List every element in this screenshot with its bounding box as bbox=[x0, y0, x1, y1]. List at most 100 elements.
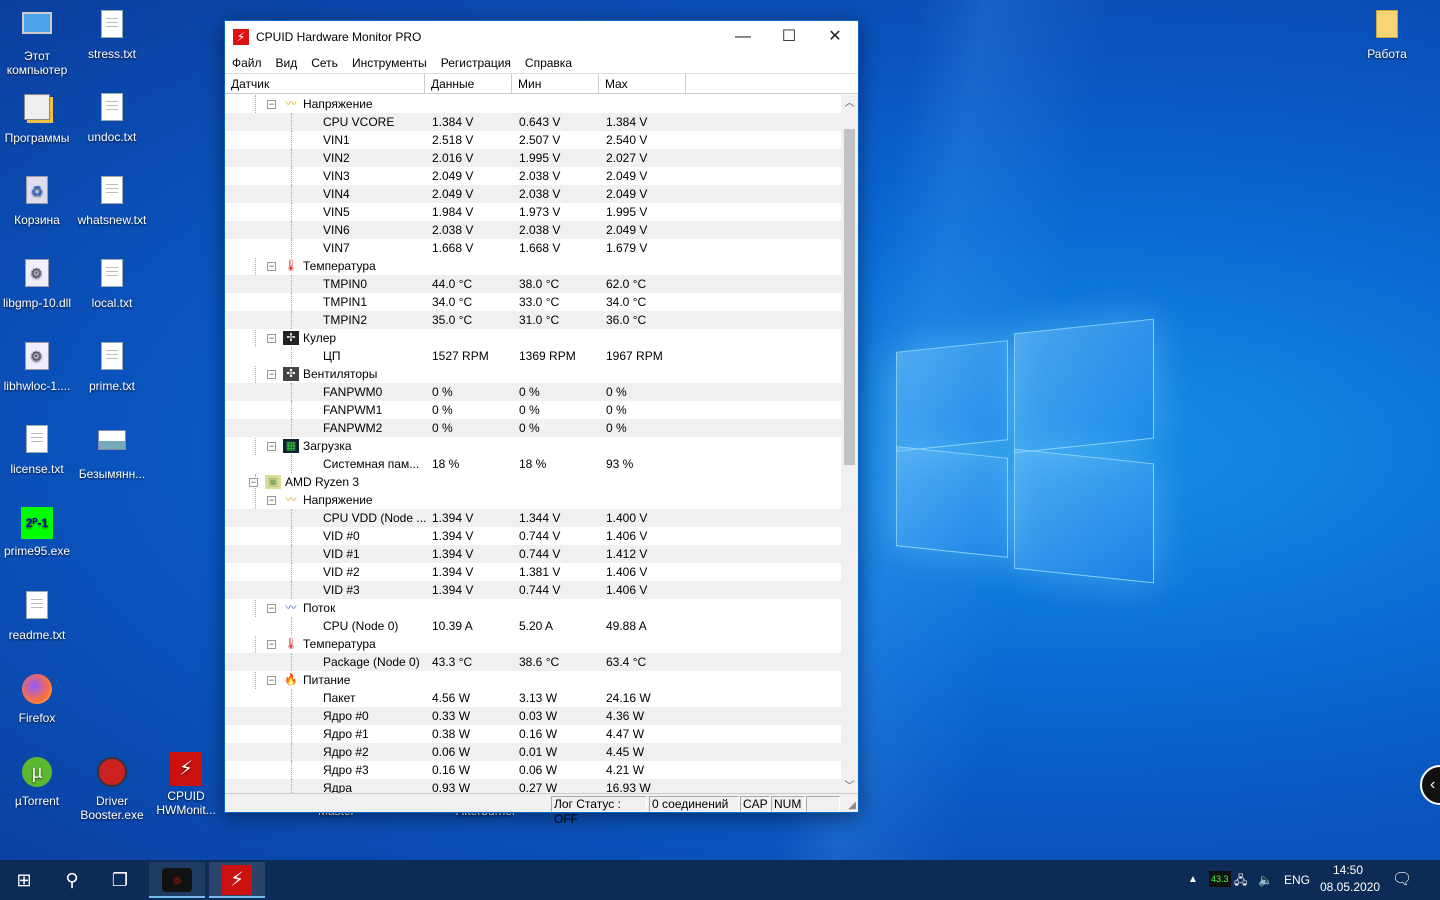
sensor-row[interactable]: TMPIN0 44.0 °C 38.0 °C 62.0 °C bbox=[225, 275, 841, 293]
sensor-row[interactable]: CPU VCORE 1.384 V 0.643 V 1.384 V bbox=[225, 113, 841, 131]
taskbar-app-hwmonitor[interactable]: ⚡ bbox=[209, 862, 265, 898]
menu-tools[interactable]: Инструменты bbox=[345, 56, 434, 70]
sensor-row[interactable]: VIN4 2.049 V 2.038 V 2.049 V bbox=[225, 185, 841, 203]
column-header-value[interactable]: Данные bbox=[425, 74, 512, 93]
sensor-row[interactable]: ЦП 1527 RPM 1369 RPM 1967 RPM bbox=[225, 347, 841, 365]
search-icon[interactable]: ⚲ bbox=[48, 860, 96, 900]
desktop-icon[interactable]: whatsnew.txt bbox=[75, 174, 149, 227]
collapse-toggle-icon[interactable]: − bbox=[267, 496, 276, 505]
desktop-icon[interactable]: 2ᴾ-1 prime95.exe bbox=[0, 506, 74, 558]
tree-category-node[interactable]: − 〰 Напряжение bbox=[225, 491, 841, 509]
tray-network-icon[interactable]: 🖧 bbox=[1234, 860, 1247, 900]
sensor-row[interactable]: Пакет 4.56 W 3.13 W 24.16 W bbox=[225, 689, 841, 707]
sensor-row[interactable]: VIN7 1.668 V 1.668 V 1.679 V bbox=[225, 239, 841, 257]
sensor-row[interactable]: VID #3 1.394 V 0.744 V 1.406 V bbox=[225, 581, 841, 599]
desktop-icon[interactable]: Driver Booster.exe bbox=[75, 755, 149, 822]
taskbar-app-ryzen-master[interactable]: ◎ bbox=[149, 862, 205, 898]
column-header-sensor[interactable]: Датчик bbox=[225, 74, 425, 93]
desktop-icon[interactable]: undoc.txt bbox=[75, 91, 149, 144]
window-titlebar[interactable]: ⚡ CPUID Hardware Monitor PRO — ☐ ✕ bbox=[225, 21, 858, 53]
sensor-row[interactable]: FANPWM0 0 % 0 % 0 % bbox=[225, 383, 841, 401]
sensor-row[interactable]: TMPIN2 35.0 °C 31.0 °C 36.0 °C bbox=[225, 311, 841, 329]
sensor-row[interactable]: VID #1 1.394 V 0.744 V 1.412 V bbox=[225, 545, 841, 563]
column-header-max[interactable]: Max bbox=[599, 74, 686, 93]
scrollbar-thumb[interactable] bbox=[844, 129, 855, 465]
scroll-up-arrow-icon[interactable]: ︿ bbox=[841, 95, 858, 112]
start-windows-icon[interactable]: ⊞ bbox=[0, 860, 48, 900]
collapse-toggle-icon[interactable]: − bbox=[267, 604, 276, 613]
tree-category-node[interactable]: − 🌡 Температура bbox=[225, 257, 841, 275]
desktop-icon[interactable]: readme.txt bbox=[0, 589, 74, 642]
menu-network[interactable]: Сеть bbox=[304, 56, 345, 70]
tray-language[interactable]: ENG bbox=[1284, 860, 1310, 900]
desktop-icon[interactable]: Этот компьютер bbox=[0, 8, 74, 77]
collapse-toggle-icon[interactable]: − bbox=[267, 640, 276, 649]
collapse-toggle-icon[interactable]: − bbox=[267, 676, 276, 685]
desktop-icon[interactable]: stress.txt bbox=[75, 8, 149, 61]
desktop-icon-cpuid[interactable]: ⚡ CPUID HWMonit... bbox=[149, 752, 223, 817]
desktop-icon[interactable]: license.txt bbox=[0, 423, 74, 476]
tree-category-node[interactable]: − 〰 Напряжение bbox=[225, 95, 841, 113]
sensor-row[interactable]: VIN5 1.984 V 1.973 V 1.995 V bbox=[225, 203, 841, 221]
collapse-toggle-icon[interactable]: − bbox=[267, 262, 276, 271]
sensor-row[interactable]: Ядро #0 0.33 W 0.03 W 4.36 W bbox=[225, 707, 841, 725]
collapse-toggle-icon[interactable]: − bbox=[267, 370, 276, 379]
desktop-icon[interactable]: local.txt bbox=[75, 257, 149, 310]
notifications-icon[interactable]: 🗨 bbox=[1392, 860, 1412, 900]
sensor-row[interactable]: CPU VDD (Node ... 1.394 V 1.344 V 1.400 V bbox=[225, 509, 841, 527]
sensor-row[interactable]: VIN2 2.016 V 1.995 V 2.027 V bbox=[225, 149, 841, 167]
sensor-row[interactable]: VIN6 2.038 V 2.038 V 2.049 V bbox=[225, 221, 841, 239]
desktop-icon[interactable]: Безымянн... bbox=[75, 423, 149, 481]
tree-category-node[interactable]: − ▦ Загрузка bbox=[225, 437, 841, 455]
sensor-tree[interactable]: − 〰 Напряжение CPU VCORE 1.384 V 0.643 V 1.384… bbox=[225, 95, 841, 795]
sensor-row[interactable]: FANPWM2 0 % 0 % 0 % bbox=[225, 419, 841, 437]
sensor-row[interactable]: Ядро #1 0.38 W 0.16 W 4.47 W bbox=[225, 725, 841, 743]
sensor-row[interactable]: Package (Node 0) 43.3 °C 38.6 °C 63.4 °C bbox=[225, 653, 841, 671]
column-header-min[interactable]: Мин bbox=[512, 74, 599, 93]
close-button[interactable]: ✕ bbox=[812, 21, 858, 53]
sensor-row[interactable]: Ядро #3 0.16 W 0.06 W 4.21 W bbox=[225, 761, 841, 779]
vertical-scrollbar[interactable]: ︿ ﹀ bbox=[841, 95, 858, 795]
tree-category-node[interactable]: − 〰 Поток bbox=[225, 599, 841, 617]
collapse-toggle-icon[interactable]: − bbox=[267, 100, 276, 109]
tree-category-node[interactable]: − ✣ Вентиляторы bbox=[225, 365, 841, 383]
sensor-row[interactable]: VIN3 2.049 V 2.038 V 2.049 V bbox=[225, 167, 841, 185]
desktop-icon[interactable]: prime.txt bbox=[75, 340, 149, 393]
desktop-icon[interactable]: Firefox bbox=[0, 672, 74, 725]
menu-file[interactable]: Файл bbox=[225, 56, 269, 70]
minimize-button[interactable]: — bbox=[720, 21, 766, 53]
collapse-toggle-icon[interactable]: − bbox=[267, 442, 276, 451]
desktop-icon[interactable]: ♻ Корзина bbox=[0, 174, 74, 227]
tree-category-node[interactable]: − ✢ Кулер bbox=[225, 329, 841, 347]
menu-registration[interactable]: Регистрация bbox=[434, 56, 518, 70]
tree-category-node[interactable]: − 🌡 Температура bbox=[225, 635, 841, 653]
sensor-row[interactable]: VID #2 1.394 V 1.381 V 1.406 V bbox=[225, 563, 841, 581]
tray-overflow-chevron-icon[interactable]: ▲ bbox=[1188, 860, 1198, 900]
tray-volume-icon[interactable]: 🔈 bbox=[1258, 860, 1273, 900]
sensor-row[interactable]: FANPWM1 0 % 0 % 0 % bbox=[225, 401, 841, 419]
desktop-icon[interactable]: Программы bbox=[0, 91, 74, 145]
sensor-row[interactable]: TMPIN1 34.0 °C 33.0 °C 34.0 °C bbox=[225, 293, 841, 311]
sensor-min: 0.01 W bbox=[519, 745, 558, 759]
collapse-toggle-icon[interactable]: − bbox=[267, 334, 276, 343]
sensor-row[interactable]: Ядро #2 0.06 W 0.01 W 4.45 W bbox=[225, 743, 841, 761]
tree-category-node[interactable]: − 🔥 Питание bbox=[225, 671, 841, 689]
sensor-value: 44.0 °C bbox=[432, 277, 473, 291]
sensor-row[interactable]: VIN1 2.518 V 2.507 V 2.540 V bbox=[225, 131, 841, 149]
task-view-icon[interactable]: ❐ bbox=[96, 860, 144, 900]
tray-clock[interactable]: 14:50 08.05.2020 bbox=[1320, 860, 1380, 900]
desktop-icon[interactable]: µ µTorrent bbox=[0, 755, 74, 808]
tray-temperature-indicator[interactable]: 43.3 bbox=[1209, 871, 1231, 887]
maximize-button[interactable]: ☐ bbox=[766, 21, 812, 53]
tree-category-node[interactable]: − ▣ AMD Ryzen 3 bbox=[225, 473, 841, 491]
desktop-icon[interactable]: libhwloc-1.... bbox=[0, 340, 74, 393]
desktop-icon[interactable]: libgmp-10.dll bbox=[0, 257, 74, 310]
resize-grip-icon[interactable]: ◢ bbox=[848, 800, 856, 811]
menu-help[interactable]: Справка bbox=[518, 56, 579, 70]
desktop-icon-folder-rabota[interactable]: Работа bbox=[1350, 8, 1424, 61]
sensor-row[interactable]: VID #0 1.394 V 0.744 V 1.406 V bbox=[225, 527, 841, 545]
collapse-toggle-icon[interactable]: − bbox=[249, 478, 258, 487]
sensor-row[interactable]: Системная пам... 18 % 18 % 93 % bbox=[225, 455, 841, 473]
sensor-row[interactable]: CPU (Node 0) 10.39 A 5.20 A 49.88 A bbox=[225, 617, 841, 635]
menu-view[interactable]: Вид bbox=[269, 56, 305, 70]
